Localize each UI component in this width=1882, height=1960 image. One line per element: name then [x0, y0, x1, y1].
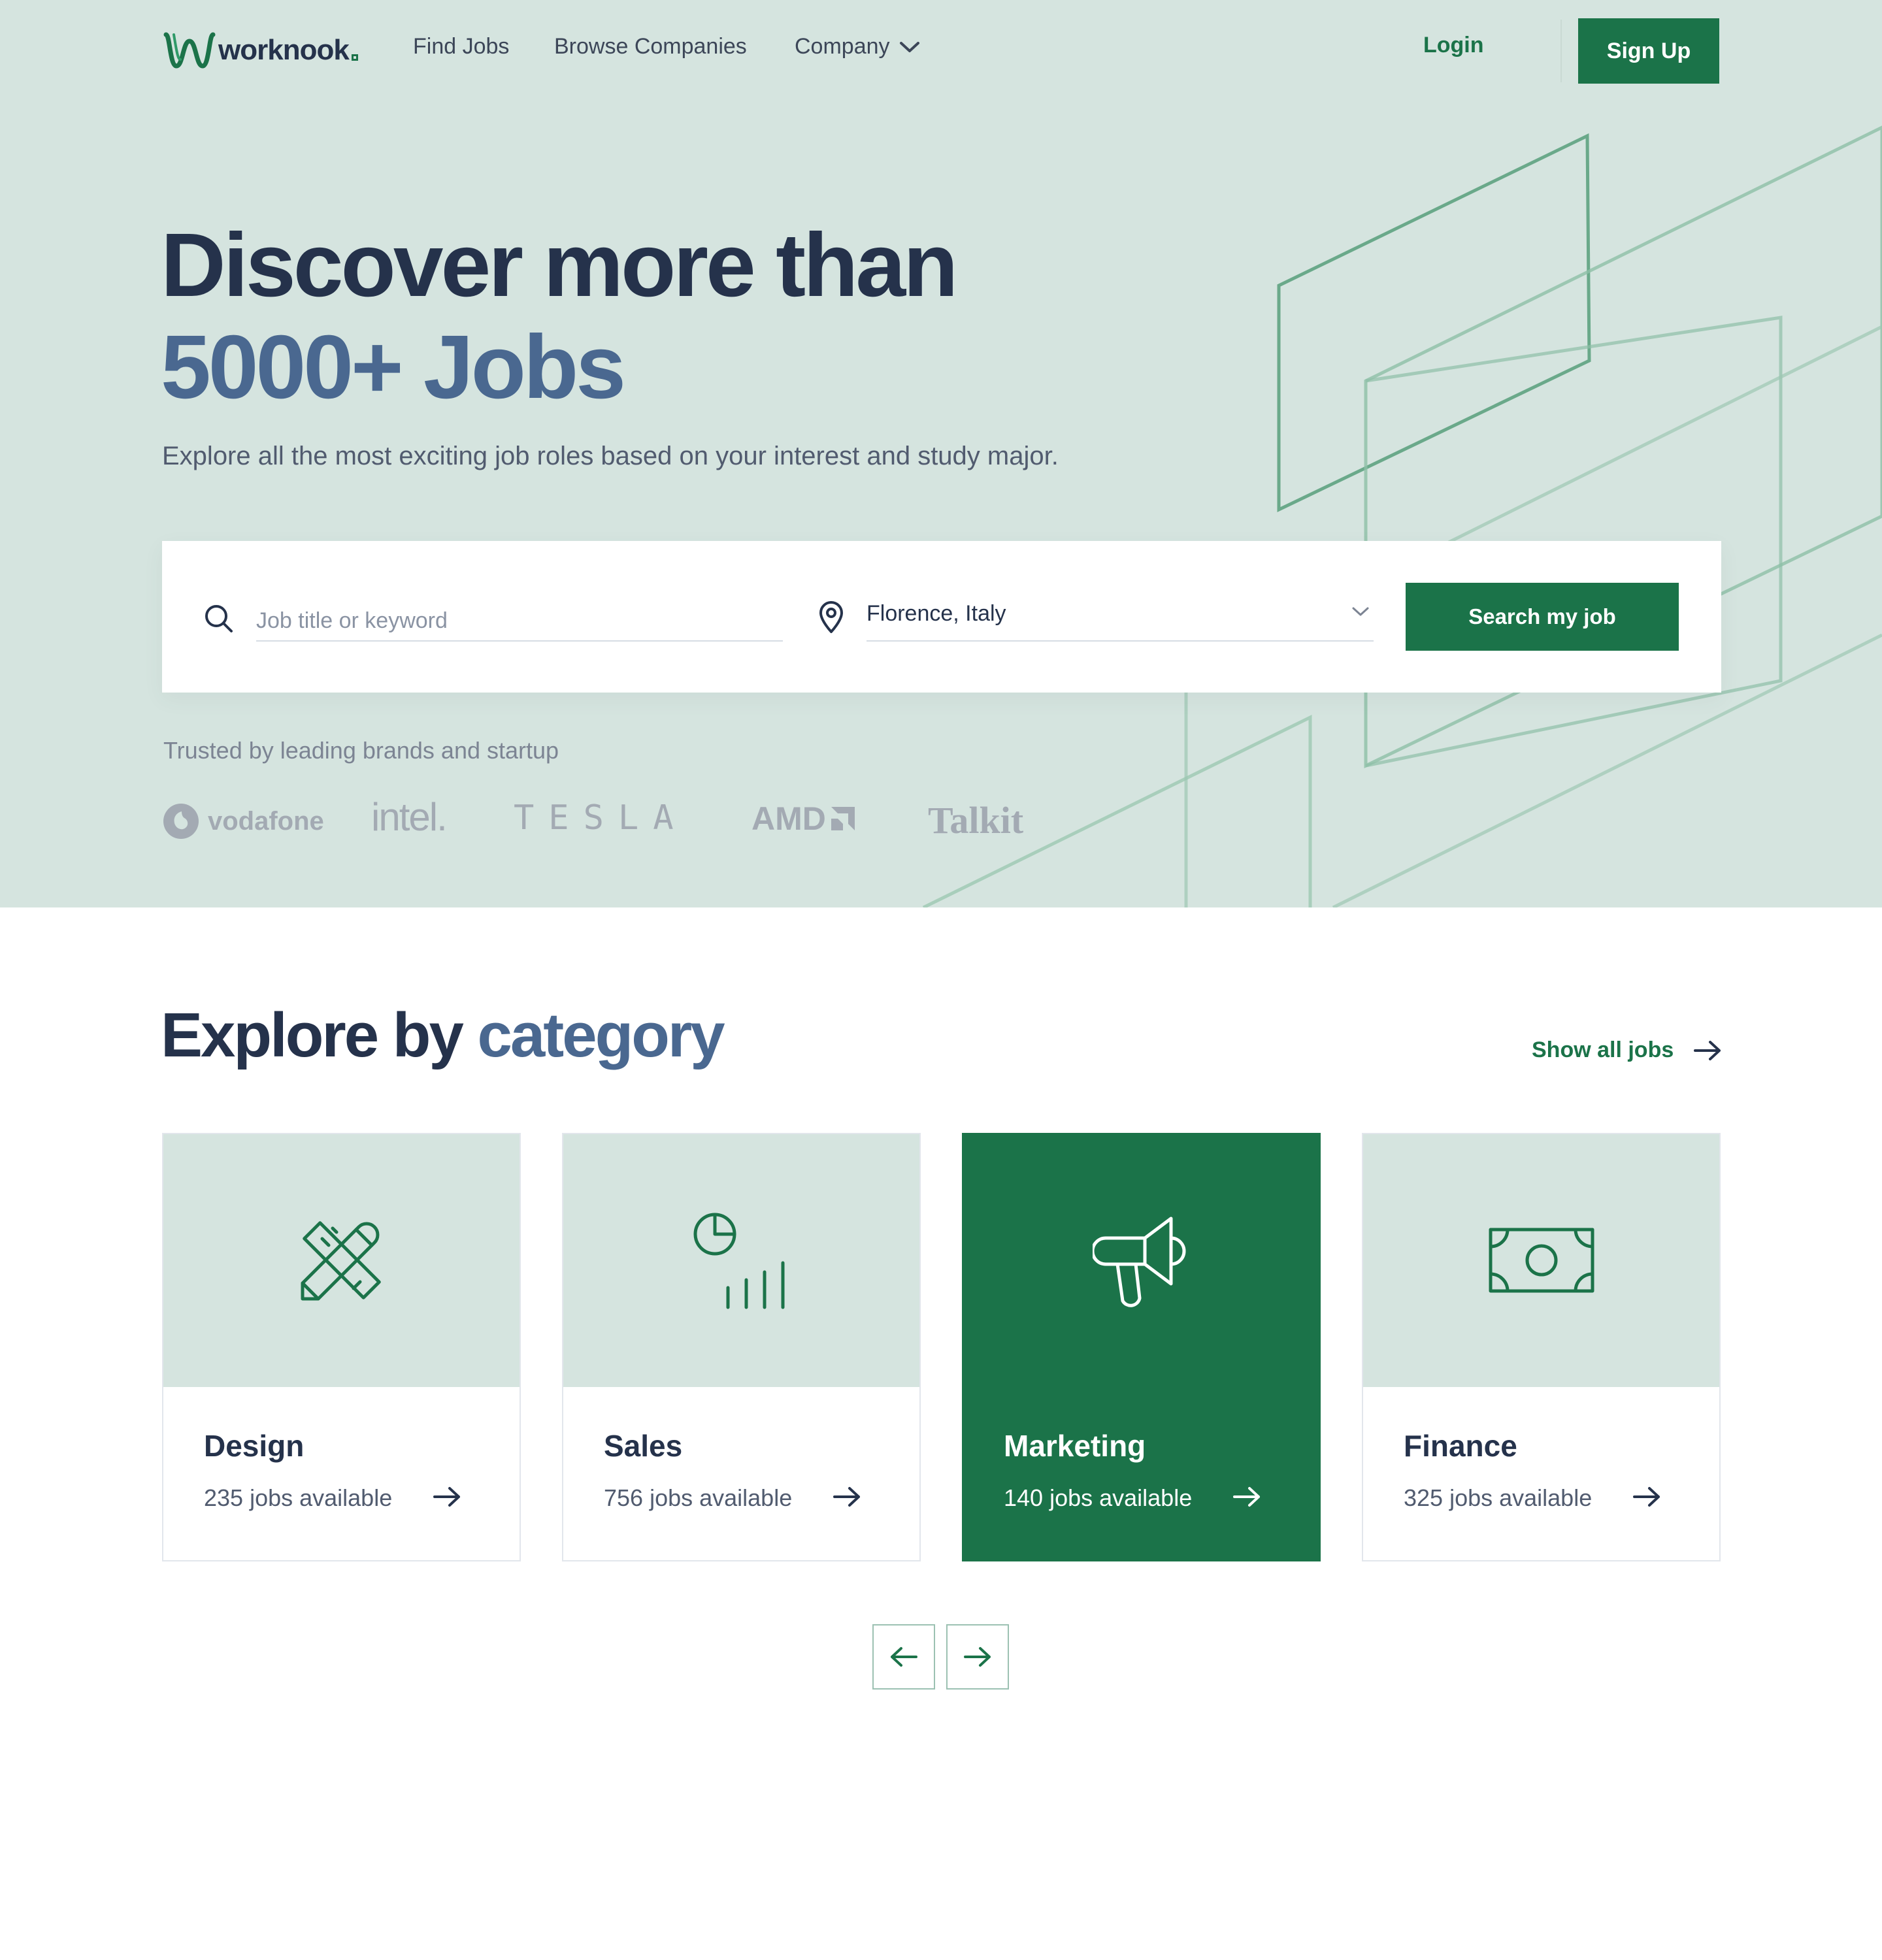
signup-button[interactable]: Sign Up	[1578, 18, 1719, 84]
category-card-finance[interactable]: Finance 325 jobs available	[1362, 1133, 1721, 1561]
category-name: Design	[204, 1429, 305, 1463]
search-icon	[205, 605, 233, 632]
keyword-input[interactable]	[256, 601, 783, 642]
category-card-icon-area	[1363, 1134, 1719, 1387]
design-tools-icon	[301, 1220, 381, 1300]
arrow-right-icon	[433, 1487, 460, 1507]
category-name: Marketing	[1004, 1429, 1146, 1463]
hero-headline: Discover more than 5000+ Jobs	[161, 214, 958, 418]
arrow-right-icon	[1633, 1487, 1660, 1507]
location-pin-icon	[819, 601, 843, 633]
nav-browse-companies[interactable]: Browse Companies	[554, 34, 747, 59]
category-card-icon-area	[163, 1134, 520, 1387]
trusted-label: Trusted by leading brands and startup	[163, 737, 559, 764]
category-section-title: Explore by category	[161, 1000, 725, 1071]
arrow-right-icon	[1233, 1487, 1260, 1507]
nav-company-dropdown[interactable]: Company	[795, 34, 920, 59]
category-count: 140 jobs available	[1004, 1484, 1193, 1511]
logo-mark-icon	[163, 32, 216, 69]
location-value: Florence, Italy	[867, 601, 1006, 626]
brand-tesla-logo: TESLA	[514, 798, 688, 838]
brand-intel-logo: intel.	[371, 795, 448, 839]
category-count: 756 jobs available	[604, 1484, 793, 1511]
category-card-design[interactable]: Design 235 jobs available	[162, 1133, 521, 1561]
arrow-right-icon	[964, 1647, 991, 1667]
location-select[interactable]: Florence, Italy	[867, 601, 1374, 642]
chevron-down-icon	[899, 41, 919, 52]
brand-vodafone-text: vodafone	[208, 806, 324, 836]
hero-subtitle: Explore all the most exciting job roles …	[162, 442, 1059, 470]
arrow-right-icon	[1694, 1040, 1721, 1060]
category-card-marketing[interactable]: Marketing 140 jobs available	[962, 1133, 1321, 1561]
category-name: Sales	[604, 1429, 683, 1463]
logo-text: worknook	[218, 34, 350, 66]
category-card-icon-area	[563, 1134, 919, 1387]
chevron-down-icon	[1352, 607, 1369, 616]
category-title-part1: Explore by	[161, 1000, 464, 1070]
brand-vodafone-logo: vodafone	[162, 802, 324, 840]
category-card-sales[interactable]: Sales 756 jobs available	[562, 1133, 921, 1561]
search-panel: Florence, Italy Search my job	[162, 541, 1721, 693]
category-count: 235 jobs available	[204, 1484, 393, 1511]
login-button[interactable]: Login	[1423, 33, 1484, 58]
category-count: 325 jobs available	[1404, 1484, 1593, 1511]
arrow-left-icon	[891, 1647, 917, 1667]
megaphone-icon	[1092, 1217, 1185, 1307]
show-all-jobs-label: Show all jobs	[1532, 1037, 1674, 1062]
hero-headline-line2: 5000+ Jobs	[161, 317, 626, 417]
worknook-logo[interactable]: worknook	[163, 29, 358, 72]
vodafone-mark-icon	[163, 804, 199, 839]
nav-find-jobs[interactable]: Find Jobs	[413, 34, 509, 59]
logo-dot	[351, 54, 358, 61]
carousel-prev-button[interactable]	[872, 1624, 935, 1690]
nav-company-label: Company	[795, 34, 890, 59]
arrow-right-icon	[833, 1487, 860, 1507]
hero-section: worknook Find Jobs Browse Companies Comp…	[0, 0, 1882, 907]
category-card-icon-area	[963, 1134, 1319, 1387]
show-all-jobs-link[interactable]: Show all jobs	[1532, 1037, 1722, 1063]
amd-arrow-icon	[831, 807, 855, 830]
brand-amd-text: AMD	[751, 800, 826, 837]
brand-talkit-logo: Talkit	[928, 799, 1024, 841]
nav-divider	[1560, 20, 1562, 82]
banknote-icon	[1489, 1228, 1594, 1292]
category-name: Finance	[1404, 1429, 1517, 1463]
category-title-part2: category	[477, 1000, 725, 1070]
brand-amd-logo: AMD	[751, 800, 857, 838]
hero-headline-line1: Discover more than	[161, 215, 958, 316]
sales-chart-icon	[693, 1213, 784, 1309]
search-button[interactable]: Search my job	[1406, 583, 1679, 651]
top-navigation: worknook Find Jobs Browse Companies Comp…	[0, 0, 1882, 98]
carousel-next-button[interactable]	[946, 1624, 1009, 1690]
